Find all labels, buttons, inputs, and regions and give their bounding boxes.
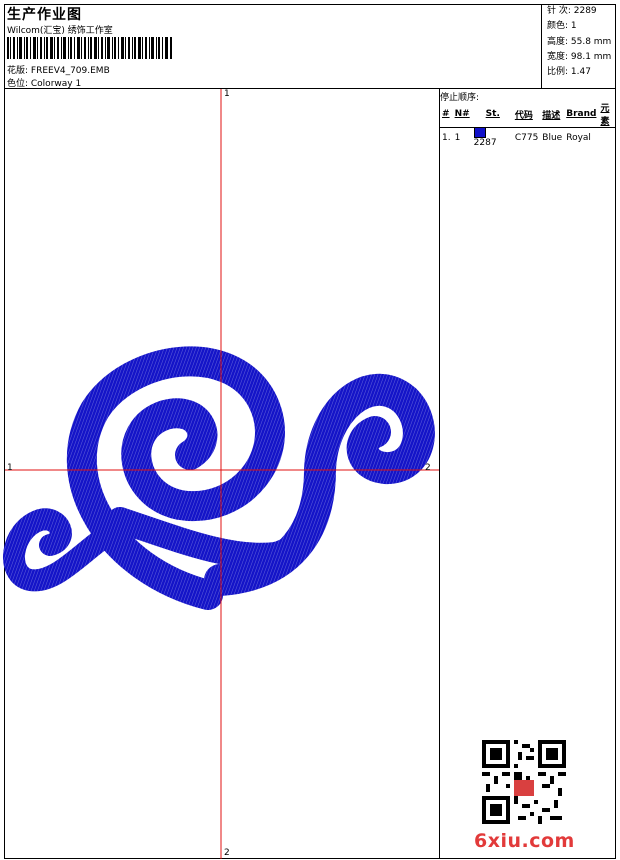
watermark: 6xiu.com: [474, 830, 575, 852]
qr-code: [482, 740, 566, 824]
axis-label-top: 1: [224, 89, 230, 99]
axis-label-bottom: 2: [224, 848, 230, 858]
seal-icon: [514, 780, 534, 796]
axis-label-left: 1: [7, 463, 13, 473]
embroidery-design: [3, 346, 435, 610]
axis-label-right: 2: [425, 463, 431, 473]
embroidery-design-canvas: [3, 89, 439, 859]
